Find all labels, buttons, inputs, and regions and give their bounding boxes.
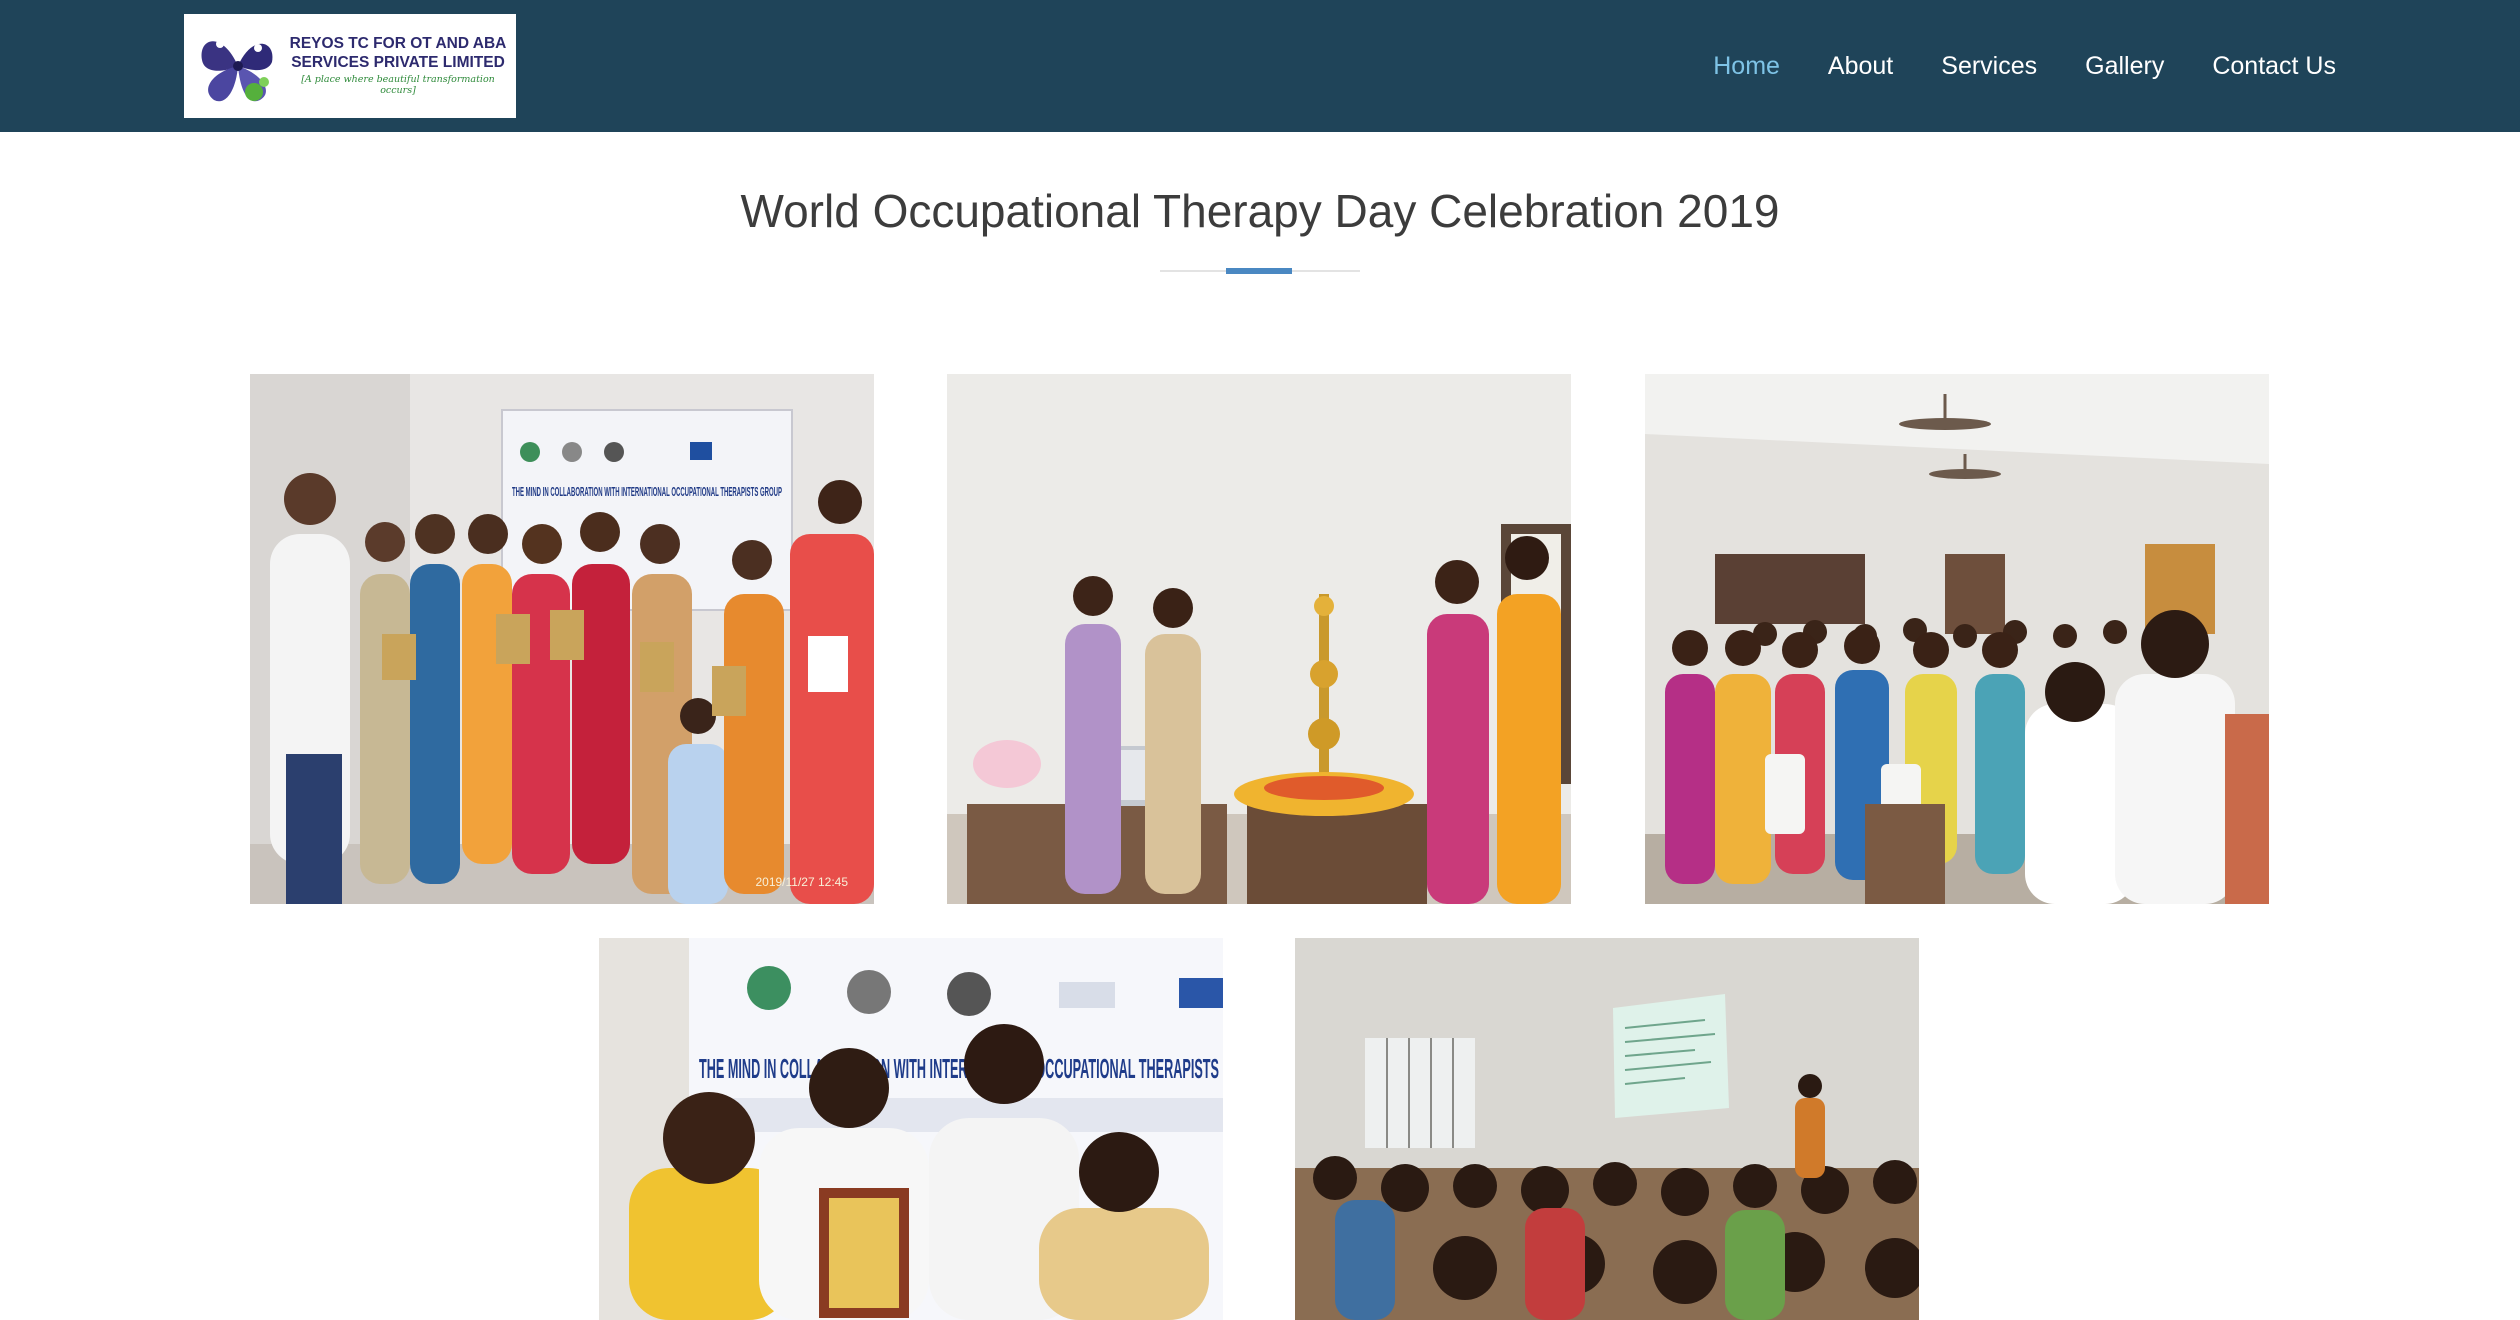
gallery-photo-certificate-presentation[interactable]: THE MIND IN COLLABORATION WITH INTERNATI… — [599, 938, 1223, 1320]
nav-contact-us[interactable]: Contact Us — [2212, 52, 2336, 81]
brand-text: REYOS TC FOR OT AND ABA SERVICES PRIVATE… — [286, 34, 510, 96]
gallery-photo-group-certificates[interactable]: THE MIND IN COLLABORATION WITH INTERNATI… — [250, 374, 874, 904]
photo-lamp-lighting-image — [947, 374, 1571, 904]
banner-text: THE MIND IN COLLABORATION WITH INTERNATI… — [512, 484, 782, 499]
main-nav: Home About Services Gallery Contact Us — [1713, 0, 2336, 132]
photo-hall-audience-image — [1645, 374, 2269, 904]
site-header: REYOS TC FOR OT AND ABA SERVICES PRIVATE… — [0, 0, 2520, 132]
photo-seminar-session-image — [1295, 938, 1919, 1320]
nav-gallery[interactable]: Gallery — [2085, 52, 2164, 81]
gallery-photo-hall-audience[interactable] — [1645, 374, 2269, 904]
brand-name-line1: REYOS TC FOR OT AND ABA — [289, 35, 507, 52]
nav-about[interactable]: About — [1828, 52, 1893, 81]
puzzle-butterfly-logo-icon — [201, 40, 273, 102]
banner-text: THE MIND IN COLLABORATION WITH INTERNATI… — [699, 1053, 1219, 1084]
brand-tagline: [A place where beautiful transformation … — [301, 74, 495, 96]
brand-logo[interactable]: REYOS TC FOR OT AND ABA SERVICES PRIVATE… — [184, 14, 516, 118]
gallery-photo-seminar-session[interactable] — [1295, 938, 1919, 1320]
nav-home[interactable]: Home — [1713, 52, 1780, 81]
title-divider-accent — [1226, 268, 1292, 274]
nav-services[interactable]: Services — [1941, 52, 2037, 81]
photo-timestamp: 2019/11/27 12:45 — [755, 875, 848, 889]
brand-name-line2: SERVICES PRIVATE LIMITED — [291, 54, 505, 71]
photo-certificate-presentation-image: THE MIND IN COLLABORATION WITH INTERNATI… — [599, 938, 1223, 1320]
photo-group-certificates-image: THE MIND IN COLLABORATION WITH INTERNATI… — [250, 374, 874, 904]
page-title: World Occupational Therapy Day Celebrati… — [740, 185, 1780, 237]
gallery-photo-lamp-lighting[interactable] — [947, 374, 1571, 904]
